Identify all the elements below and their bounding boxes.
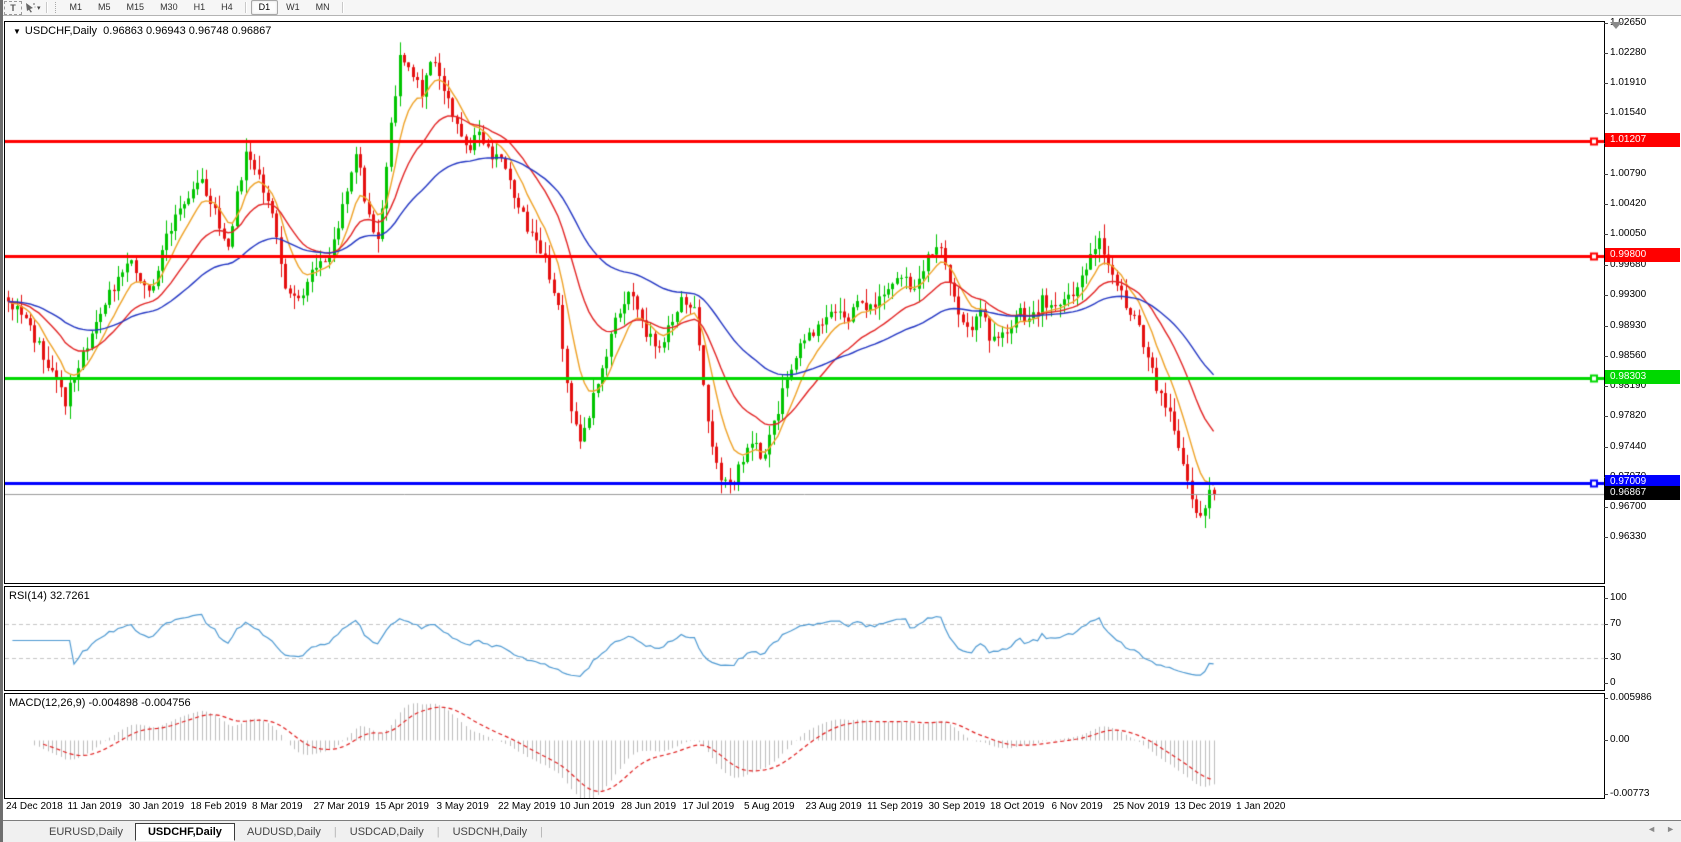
timeframe-button-MN[interactable]: MN [308,0,338,15]
timeframe-button-M30[interactable]: M30 [152,0,186,15]
price-axis-label: 0.98930 [1603,319,1647,331]
timeframe-group: D1 W1 MN [250,0,338,15]
price-axis-label: 0.97440 [1603,440,1647,452]
tab-separator: | [540,826,544,838]
toolbar-separator [341,2,344,13]
rsi-label: RSI(14) 32.7261 [9,590,90,602]
date-axis-label: 24 Dec 2018 [6,801,63,812]
timeframe-button-M1[interactable]: M1 [62,0,91,15]
date-axis-label: 18 Feb 2019 [190,801,247,812]
price-axis-label: 0.99300 [1603,289,1647,301]
price-chart-canvas[interactable] [5,22,1604,583]
chart-title: ▼ USDCHF,Daily 0.96863 0.96943 0.96748 0.… [13,25,271,37]
price-axis-label: 1.01540 [1603,107,1647,119]
chart-tabs: EURUSD,Daily USDCHF,Daily AUDUSD,Daily | USD… [37,822,544,841]
macd-axis-label: 0.00 [1603,734,1630,745]
price-level-badge: 0.98303 [1605,369,1680,384]
date-axis-label: 11 Sep 2019 [867,801,923,812]
date-axis-label: 1 Jan 2020 [1236,801,1286,812]
rsi-axis-label: 70 [1603,617,1622,629]
price-axis-label: 0.96330 [1603,531,1647,542]
symbol-period-label: USDCHF,Daily [24,25,98,37]
date-axis-label: 6 Nov 2019 [1051,801,1103,812]
date-axis-label: 28 Jun 2019 [621,801,677,812]
ohlc-quote: 0.96863 0.96943 0.96748 0.96867 [103,25,272,37]
date-axis-label: 3 May 2019 [436,801,489,812]
timeframe-group: M1 M5 M15 M30 H1 H4 [62,0,241,15]
date-axis-label: 23 Aug 2019 [805,801,862,812]
tab-usdcnh[interactable]: USDCNH,Daily [441,824,540,840]
dropdown-caret-icon: ▾ [37,4,41,12]
date-axis-label: 8 Mar 2019 [252,801,303,812]
date-axis-label: 30 Jan 2019 [129,801,185,812]
date-axis-label: 17 Jul 2019 [682,801,735,812]
tab-usdchf[interactable]: USDCHF,Daily [134,822,235,841]
timeframe-button-W1[interactable]: W1 [278,0,308,15]
price-level-badge: 0.96867 [1605,486,1680,501]
price-axis-label: 1.00050 [1603,228,1647,240]
price-axis-label: 1.01910 [1603,77,1647,89]
tab-scroll-arrows: ◄ ► [1647,824,1675,834]
price-axis-label: 1.00420 [1603,198,1647,210]
date-axis-label: 25 Nov 2019 [1113,801,1170,812]
date-axis-label: 11 Jan 2019 [67,801,122,812]
date-axis-label: 15 Apr 2019 [375,801,429,812]
date-axis-label: 13 Dec 2019 [1174,801,1232,812]
rsi-axis-label: 30 [1603,651,1622,663]
price-level-badge: 1.01207 [1605,133,1680,148]
price-axis-label: 0.98560 [1603,349,1647,361]
date-axis-label: 27 Mar 2019 [313,801,370,812]
cursor-tool-icon [26,3,36,13]
date-axis-label: 30 Sep 2019 [928,801,986,812]
tab-scroll-left-button[interactable]: ◄ [1647,824,1656,834]
macd-label: MACD(12,26,9) -0.004898 -0.004756 [9,697,191,709]
tab-scroll-right-button[interactable]: ► [1666,824,1675,834]
timeframe-button-M15[interactable]: M15 [119,0,153,15]
toolbar-separator [45,2,48,13]
tab-usdcad[interactable]: USDCAD,Daily [338,824,436,840]
timeframe-button-D1[interactable]: D1 [250,0,279,15]
rsi-canvas[interactable] [5,587,1604,690]
toolbar-grip [54,2,59,13]
timeframe-button-H4[interactable]: H4 [213,0,241,15]
rsi-axis-label: 100 [1604,592,1627,603]
price-axis-label: 1.00790 [1603,168,1647,180]
terminal-window: T ▾ M1 M5 M15 M30 H1 H4 D1 W1 MN ▼ USDCHF,Daily … [0,0,1681,842]
text-label-tool-button[interactable]: T [4,0,22,15]
macd-axis-label: -0.00773 [1603,788,1650,800]
date-axis-label: 5 Aug 2019 [744,801,795,812]
tab-separator: | [333,826,337,838]
chart-shift-marker[interactable] [1610,22,1622,29]
timeframe-button-M5[interactable]: M5 [90,0,119,15]
date-axis-label: 22 May 2019 [498,801,556,812]
cursor-tool-button[interactable]: ▾ [24,2,41,14]
price-level-badge: 0.99800 [1605,247,1680,262]
tab-audusd[interactable]: AUDUSD,Daily [235,824,333,840]
chart-tab-bar: EURUSD,Daily USDCHF,Daily AUDUSD,Daily | USD… [3,820,1681,842]
date-axis-label: 10 Jun 2019 [559,801,615,812]
price-axis-label: 0.97820 [1603,409,1647,421]
price-axis-label: 1.02280 [1603,47,1647,59]
tab-eurusd[interactable]: EURUSD,Daily [37,824,135,840]
macd-canvas[interactable] [5,694,1604,798]
window-left-edge [0,0,3,842]
timeframe-button-H1[interactable]: H1 [186,0,214,15]
toolbar-separator [244,2,247,13]
rsi-axis-label: 0 [1604,677,1616,688]
price-axis-label: 0.96700 [1603,500,1647,512]
macd-axis-label: 0.005986 [1604,692,1652,704]
tab-separator: | [436,826,440,838]
title-dropdown-icon[interactable]: ▼ [13,27,21,36]
date-axis-label: 18 Oct 2019 [990,801,1045,812]
timeframe-toolbar: T ▾ M1 M5 M15 M30 H1 H4 D1 W1 MN [3,0,1681,16]
